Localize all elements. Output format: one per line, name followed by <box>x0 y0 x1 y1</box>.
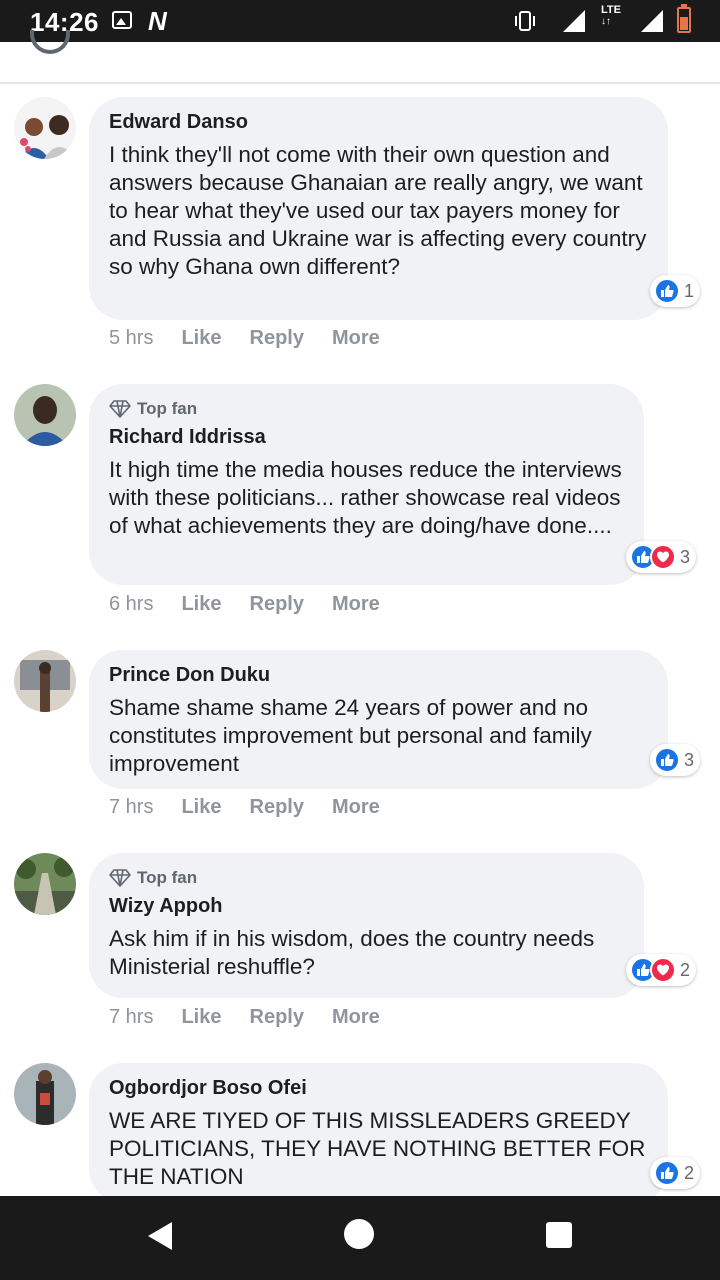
heart-icon <box>650 544 676 570</box>
more-button[interactable]: More <box>332 796 380 819</box>
avatar[interactable] <box>14 853 76 915</box>
avatar-photo <box>14 97 76 159</box>
reply-button[interactable]: Reply <box>250 327 304 350</box>
lte-indicator: LTE ↓↑ <box>601 4 621 28</box>
more-button[interactable]: More <box>332 593 380 616</box>
thumbs-up-icon <box>654 747 680 773</box>
diamond-icon <box>109 869 131 887</box>
comment-bubble[interactable]: Top fan Wizy Appoh Ask him if in his wis… <box>89 853 644 998</box>
comment-author[interactable]: Prince Don Duku <box>109 662 648 688</box>
vibrate-icon <box>515 11 535 31</box>
comment-author[interactable]: Edward Danso <box>109 109 648 135</box>
comment-author[interactable]: Richard Iddrissa <box>109 424 624 450</box>
more-button[interactable]: More <box>332 327 380 350</box>
comment-text: Shame shame shame 24 years of power and … <box>109 695 592 776</box>
comment-text: I think they'll not come with their own … <box>109 142 647 279</box>
like-button[interactable]: Like <box>181 1006 221 1029</box>
status-bar: 14:26 N LTE ↓↑ <box>0 0 720 42</box>
comment-actions: 7 hrs Like Reply More <box>109 1006 408 1029</box>
comment-time: 6 hrs <box>109 593 154 615</box>
reaction-summary[interactable]: 3 <box>626 541 697 573</box>
gallery-notification-icon <box>112 11 132 29</box>
comment-actions: 5 hrs Like Reply More <box>109 327 408 350</box>
wifi-signal-icon <box>563 10 585 32</box>
comment-text: WE ARE TIYED OF THIS MISSLEADERS GREEDY … <box>109 1108 646 1189</box>
cell-signal-icon <box>641 10 663 32</box>
reaction-count: 3 <box>680 546 691 567</box>
reaction-count: 2 <box>684 1162 695 1183</box>
reply-button[interactable]: Reply <box>250 796 304 819</box>
comment-author[interactable]: Wizy Appoh <box>109 893 624 919</box>
comment-text: Ask him if in his wisdom, does the count… <box>109 926 595 979</box>
reply-button[interactable]: Reply <box>250 1006 304 1029</box>
more-button[interactable]: More <box>332 1006 380 1029</box>
home-circle-icon[interactable] <box>344 1219 374 1249</box>
reaction-summary[interactable]: 1 <box>650 275 701 307</box>
top-fan-badge: Top fan <box>109 396 624 422</box>
reaction-count: 1 <box>684 280 695 301</box>
comment-actions: 7 hrs Like Reply More <box>109 796 408 819</box>
system-nav-bar <box>0 1196 720 1280</box>
top-fan-badge: Top fan <box>109 865 624 891</box>
comment-actions: 6 hrs Like Reply More <box>109 593 408 616</box>
heart-icon <box>650 957 676 983</box>
n-app-notification-icon: N <box>148 6 167 36</box>
comment-bubble[interactable]: Top fan Richard Iddrissa It high time th… <box>89 384 644 585</box>
comment-time: 5 hrs <box>109 327 154 349</box>
reply-button[interactable]: Reply <box>250 593 304 616</box>
avatar-photo <box>14 650 76 712</box>
avatar[interactable] <box>14 1063 76 1125</box>
comment-bubble[interactable]: Prince Don Duku Shame shame shame 24 yea… <box>89 650 668 789</box>
top-divider <box>0 30 720 84</box>
avatar-photo <box>14 853 76 915</box>
comment-text: It high time the media houses reduce the… <box>109 457 622 538</box>
avatar-photo <box>14 384 76 446</box>
reaction-summary[interactable]: 2 <box>650 1157 701 1189</box>
back-triangle-icon[interactable] <box>146 1220 174 1252</box>
comment-time: 7 hrs <box>109 796 154 818</box>
reaction-summary[interactable]: 2 <box>626 954 697 986</box>
reaction-summary[interactable]: 3 <box>650 744 701 776</box>
comment-author[interactable]: Ogbordjor Boso Ofei <box>109 1075 648 1101</box>
avatar[interactable] <box>14 650 76 712</box>
comment-bubble[interactable]: Ogbordjor Boso Ofei WE ARE TIYED OF THIS… <box>89 1063 668 1203</box>
comment-bubble[interactable]: Edward Danso I think they'll not come wi… <box>89 97 668 320</box>
like-button[interactable]: Like <box>181 327 221 350</box>
battery-icon <box>677 4 691 33</box>
avatar-photo <box>14 1063 76 1125</box>
thumbs-up-icon <box>654 278 680 304</box>
recent-square-icon[interactable] <box>546 1222 572 1248</box>
avatar[interactable] <box>14 97 76 159</box>
partial-icon <box>30 30 70 54</box>
avatar[interactable] <box>14 384 76 446</box>
reaction-count: 3 <box>684 749 695 770</box>
like-button[interactable]: Like <box>181 796 221 819</box>
thumbs-up-icon <box>654 1160 680 1186</box>
diamond-icon <box>109 400 131 418</box>
like-button[interactable]: Like <box>181 593 221 616</box>
reaction-count: 2 <box>680 959 691 980</box>
comment-time: 7 hrs <box>109 1006 154 1028</box>
